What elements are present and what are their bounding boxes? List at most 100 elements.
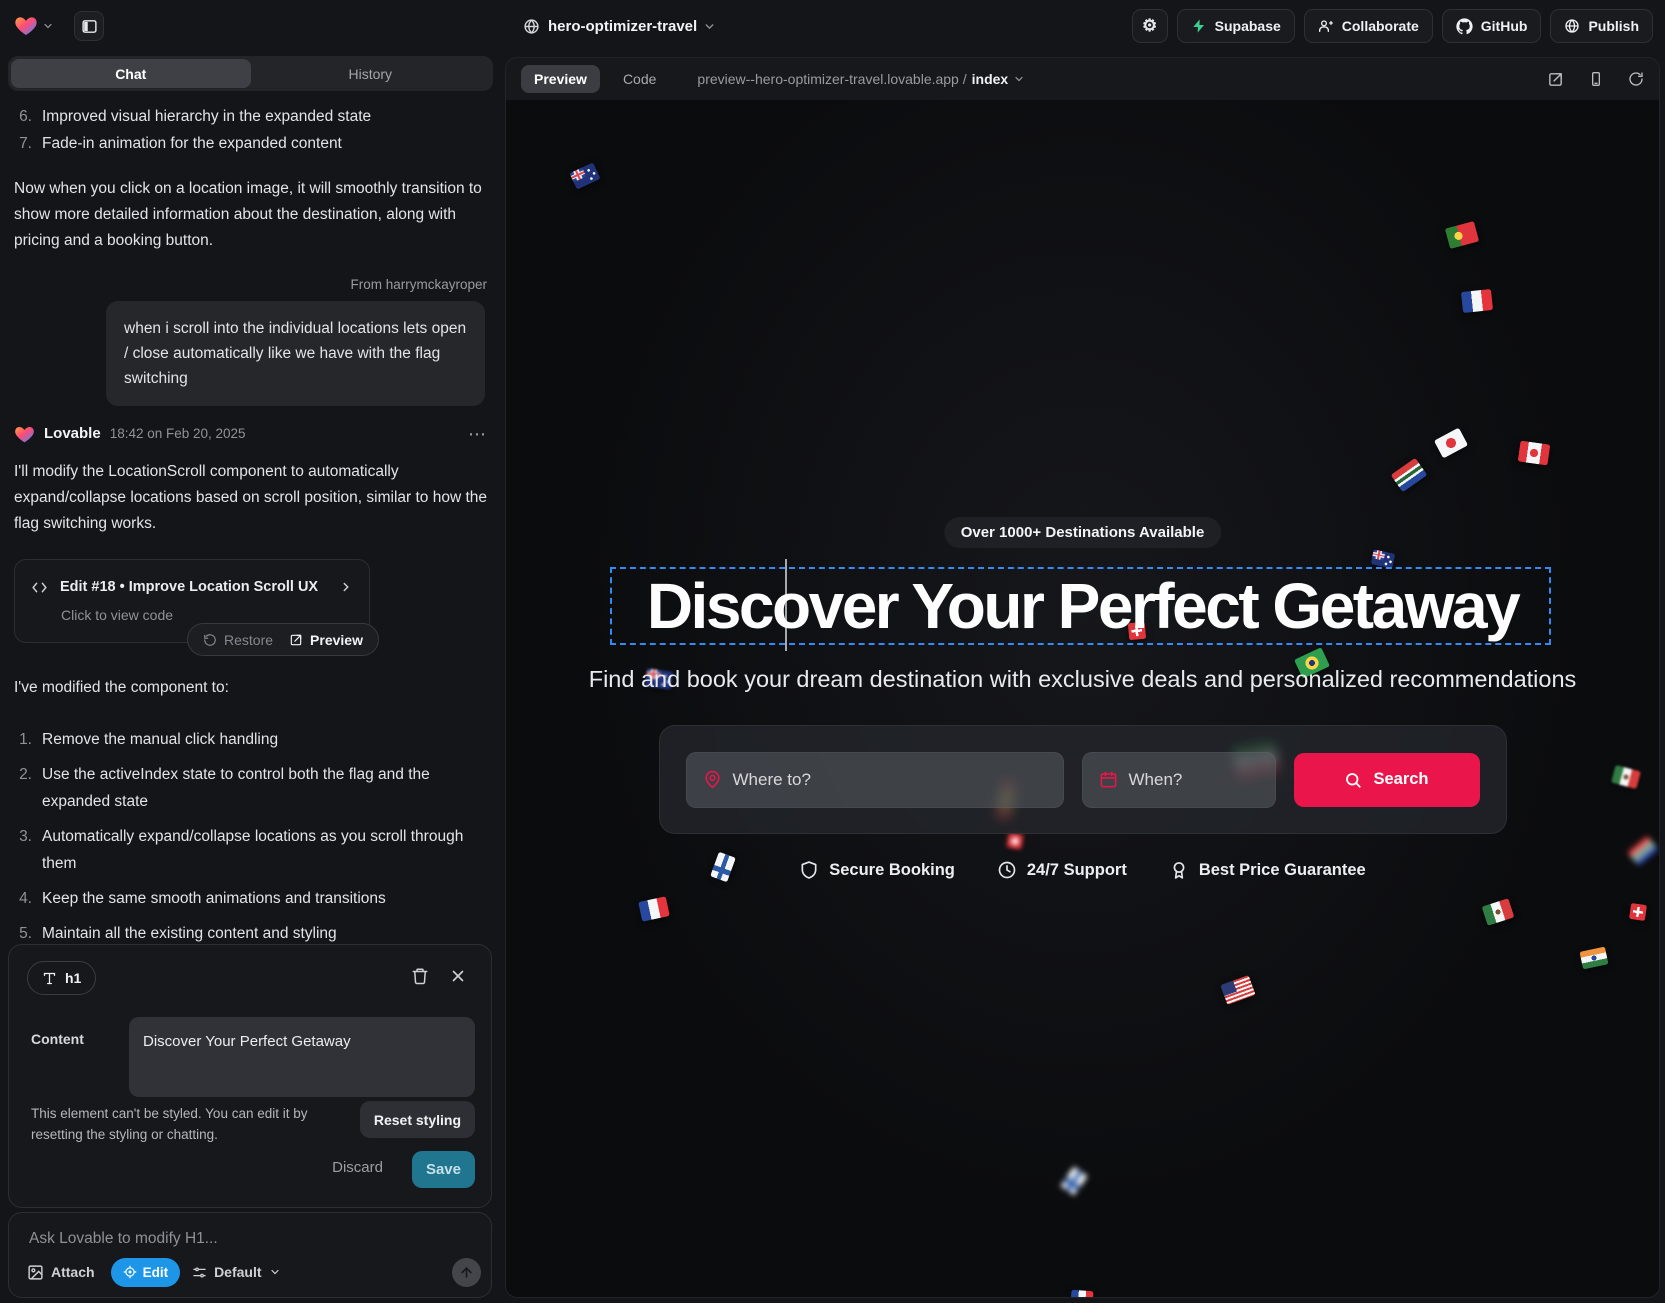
france-flag-icon xyxy=(1461,289,1493,313)
list-item: 4.Keep the same smooth animations and tr… xyxy=(14,885,487,912)
model-default-button[interactable]: Default xyxy=(192,1264,280,1280)
preview-url[interactable]: preview--hero-optimizer-travel.lovable.a… xyxy=(697,71,1025,87)
github-button[interactable]: GitHub xyxy=(1442,9,1542,43)
image-icon xyxy=(27,1264,44,1281)
destinations-badge: Over 1000+ Destinations Available xyxy=(944,517,1222,548)
collaborate-button[interactable]: Collaborate xyxy=(1304,9,1433,43)
element-editor-panel: h1 Content Discover Your Perfect Getaway… xyxy=(8,944,492,1208)
list-item: 1.Remove the manual click handling xyxy=(14,726,487,753)
restore-preview-pill: Restore Preview xyxy=(187,623,379,656)
trust-item-secure-booking: Secure Booking xyxy=(799,860,955,880)
hero-title[interactable]: Discover Your Perfect Getaway xyxy=(506,570,1659,642)
preview-toolbar: Preview Code preview--hero-optimizer-tra… xyxy=(506,58,1659,100)
where-to-input[interactable]: Where to? xyxy=(686,752,1064,808)
discard-button[interactable]: Discard xyxy=(332,1159,383,1176)
trust-item-support: 24/7 Support xyxy=(997,860,1127,880)
sidebar-tabs: Chat History xyxy=(8,56,493,91)
japan-flag-icon xyxy=(1434,428,1468,459)
chat-sidebar: Chat History 6.Improved visual hierarchy… xyxy=(0,52,503,1303)
chat-input-card: Attach Edit Default xyxy=(8,1212,492,1298)
tab-history[interactable]: History xyxy=(251,59,491,88)
preview-version-button[interactable]: Preview xyxy=(289,627,363,653)
new-zealand-flag-icon xyxy=(1371,549,1396,568)
edit-card-title: Edit #18 • Improve Location Scroll UX xyxy=(60,574,318,600)
mobile-view-button[interactable] xyxy=(1588,71,1604,87)
south-africa-flag-icon xyxy=(1391,458,1428,492)
globe-icon xyxy=(523,18,540,35)
code-icon xyxy=(31,579,48,596)
url-page: index xyxy=(972,71,1009,87)
when-input[interactable]: When? xyxy=(1082,752,1276,808)
clock-icon xyxy=(997,860,1017,880)
chevron-down-icon xyxy=(1013,73,1025,85)
switzerland-flag-icon xyxy=(1006,832,1023,849)
refresh-button[interactable] xyxy=(1628,71,1644,87)
list-item: 5.Maintain all the existing content and … xyxy=(14,920,487,943)
workspace-chevron-down-icon[interactable] xyxy=(42,20,54,32)
tab-preview[interactable]: Preview xyxy=(521,65,600,93)
url-host: preview--hero-optimizer-travel.lovable.a… xyxy=(697,71,966,87)
lovable-heart-logo-icon[interactable] xyxy=(14,14,38,38)
arrow-up-icon xyxy=(459,1265,474,1280)
trust-item-best-price: Best Price Guarantee xyxy=(1169,860,1366,880)
lovable-heart-icon xyxy=(14,424,35,445)
typography-icon xyxy=(42,971,57,986)
search-icon xyxy=(1344,771,1362,789)
search-card: Where to? When? Search xyxy=(659,725,1507,834)
topbar: hero-optimizer-travel ⚙ Supabase Collabo… xyxy=(0,0,1665,52)
search-button[interactable]: Search xyxy=(1294,753,1480,807)
assistant-paragraph: I'll modify the LocationScroll component… xyxy=(14,459,487,537)
publish-globe-icon xyxy=(1564,18,1580,34)
github-icon xyxy=(1456,18,1473,35)
mexico-flag-icon xyxy=(1611,765,1641,789)
list-item: 3.Automatically expand/collapse location… xyxy=(14,823,487,877)
award-icon xyxy=(1169,860,1189,880)
tab-chat[interactable]: Chat xyxy=(11,59,251,88)
list-item: 6.Improved visual hierarchy in the expan… xyxy=(14,104,487,131)
calendar-icon xyxy=(1099,770,1118,789)
chat-messages[interactable]: 6.Improved visual hierarchy in the expan… xyxy=(0,94,503,943)
restore-button[interactable]: Restore xyxy=(203,627,273,653)
sidebar-toggle-button[interactable] xyxy=(74,11,104,41)
assistant-paragraph: I've modified the component to: xyxy=(14,675,487,701)
hero-subtitle: Find and book your dream destination wit… xyxy=(506,666,1659,693)
sliders-icon xyxy=(192,1265,207,1280)
supabase-button[interactable]: Supabase xyxy=(1177,9,1295,43)
element-tag-pill: h1 xyxy=(27,961,96,995)
australia-flag-icon xyxy=(569,162,600,189)
supabase-bolt-icon xyxy=(1191,18,1207,34)
delete-element-button[interactable] xyxy=(411,967,429,985)
send-button[interactable] xyxy=(452,1258,481,1287)
attach-button[interactable]: Attach xyxy=(23,1264,99,1281)
target-icon xyxy=(123,1265,137,1279)
content-textarea[interactable]: Discover Your Perfect Getaway xyxy=(129,1017,475,1097)
finland-flag-icon xyxy=(1060,1166,1088,1195)
edit-card-subtitle: Click to view code xyxy=(61,606,353,624)
preview-panel: Preview Code preview--hero-optimizer-tra… xyxy=(505,57,1660,1298)
panel-left-icon xyxy=(81,18,98,35)
portugal-flag-icon xyxy=(1445,221,1479,249)
from-user-label: From harrymckayroper xyxy=(14,276,487,294)
canada-flag-icon xyxy=(1518,441,1551,466)
edit-mode-button[interactable]: Edit xyxy=(111,1258,181,1287)
project-chevron-down-icon xyxy=(703,20,716,33)
usa-flag-icon xyxy=(1220,975,1255,1005)
save-button[interactable]: Save xyxy=(412,1151,475,1188)
tab-code[interactable]: Code xyxy=(610,65,669,93)
chat-prompt-input[interactable] xyxy=(27,1227,473,1251)
publish-button[interactable]: Publish xyxy=(1550,9,1653,43)
element-tag-label: h1 xyxy=(65,970,81,986)
switzerland-flag-icon xyxy=(1629,903,1647,921)
settings-button[interactable]: ⚙ xyxy=(1132,9,1168,43)
message-timestamp: 18:42 on Feb 20, 2025 xyxy=(110,421,246,447)
list-item: 7.Fade-in animation for the expanded con… xyxy=(14,131,487,158)
project-switcher[interactable]: hero-optimizer-travel xyxy=(523,0,716,52)
trust-badges: Secure Booking 24/7 Support Best Price G… xyxy=(506,860,1659,880)
reset-styling-button[interactable]: Reset styling xyxy=(360,1101,475,1138)
message-more-button[interactable]: ⋯ xyxy=(468,429,487,439)
assistant-message-header: Lovable 18:42 on Feb 20, 2025 ⋯ xyxy=(14,421,487,447)
chevron-right-icon xyxy=(339,580,353,594)
open-in-new-tab-button[interactable] xyxy=(1547,71,1564,88)
list-item: 2.Use the activeIndex state to control b… xyxy=(14,761,487,815)
close-editor-button[interactable] xyxy=(449,967,467,985)
